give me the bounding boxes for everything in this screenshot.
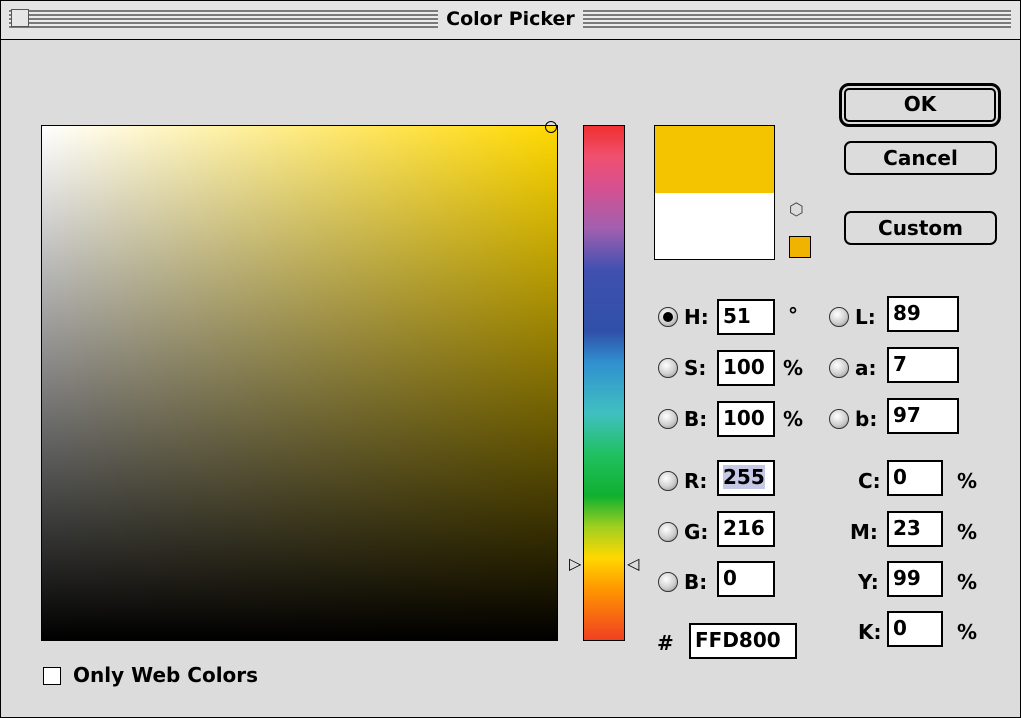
saturation-input[interactable]: 100: [717, 350, 775, 386]
original-color-swatch[interactable]: [655, 193, 774, 259]
radio-b-lab[interactable]: [829, 409, 849, 429]
label-blue: B:: [684, 570, 708, 594]
hex-label: #: [657, 631, 674, 655]
color-field-marker[interactable]: [545, 121, 557, 133]
label-saturation: S:: [684, 356, 707, 380]
percent-unit: %: [957, 520, 978, 544]
radio-brightness[interactable]: [658, 409, 678, 429]
only-web-colors-label[interactable]: Only Web Colors: [73, 663, 258, 687]
label-lightness: L:: [855, 305, 876, 329]
radio-lightness[interactable]: [829, 307, 849, 327]
radio-a[interactable]: [829, 358, 849, 378]
label-cyan: C:: [858, 469, 881, 493]
percent-unit: %: [957, 469, 978, 493]
label-hue: H:: [684, 305, 709, 329]
hue-slider[interactable]: [583, 125, 625, 641]
window-title: Color Picker: [438, 8, 583, 30]
b-lab-input[interactable]: 97: [887, 398, 959, 434]
label-brightness: B:: [684, 407, 708, 431]
label-b-lab: b:: [855, 407, 878, 431]
cyan-input[interactable]: 0: [887, 460, 943, 496]
red-input-value: 255: [723, 465, 765, 489]
radio-green[interactable]: [658, 522, 678, 542]
radio-saturation[interactable]: [658, 358, 678, 378]
lightness-input[interactable]: 89: [887, 296, 959, 332]
ok-button[interactable]: OK: [839, 83, 1001, 127]
label-yellow: Y:: [858, 570, 879, 594]
degree-unit: °: [788, 303, 798, 327]
triangle-left-icon[interactable]: ◁: [627, 556, 639, 572]
black-input[interactable]: 0: [887, 611, 943, 647]
web-safe-swatch[interactable]: [789, 236, 811, 258]
brightness-input[interactable]: 100: [717, 401, 775, 437]
title-bar[interactable]: Color Picker: [1, 1, 1020, 40]
cancel-button[interactable]: Cancel: [844, 141, 997, 175]
new-color-swatch: [655, 126, 774, 193]
color-picker-dialog: Color Picker ▷ ◁ ⬡ OK Cancel Custom H: 5…: [0, 0, 1021, 718]
hue-input[interactable]: 51: [717, 299, 775, 335]
hex-input[interactable]: FFD800: [689, 623, 797, 659]
cube-icon[interactable]: ⬡: [789, 201, 804, 219]
percent-unit: %: [783, 407, 804, 431]
percent-unit: %: [957, 570, 978, 594]
magenta-input[interactable]: 23: [887, 511, 943, 547]
triangle-right-icon[interactable]: ▷: [569, 556, 581, 572]
label-red: R:: [684, 469, 708, 493]
radio-red[interactable]: [658, 471, 678, 491]
yellow-input[interactable]: 99: [887, 561, 943, 597]
color-preview: [654, 125, 775, 260]
custom-button[interactable]: Custom: [844, 211, 997, 245]
blue-input[interactable]: 0: [717, 561, 775, 597]
radio-hue[interactable]: [658, 307, 678, 327]
red-input[interactable]: 255: [717, 460, 775, 496]
green-input[interactable]: 216: [717, 511, 775, 547]
label-green: G:: [684, 520, 709, 544]
label-magenta: M:: [850, 520, 878, 544]
a-input[interactable]: 7: [887, 347, 959, 383]
radio-blue[interactable]: [658, 572, 678, 592]
label-a: a:: [855, 356, 877, 380]
label-black: K:: [858, 620, 882, 644]
only-web-colors-checkbox[interactable]: [43, 667, 61, 685]
color-field[interactable]: [41, 125, 558, 641]
percent-unit: %: [957, 620, 978, 644]
percent-unit: %: [783, 356, 804, 380]
